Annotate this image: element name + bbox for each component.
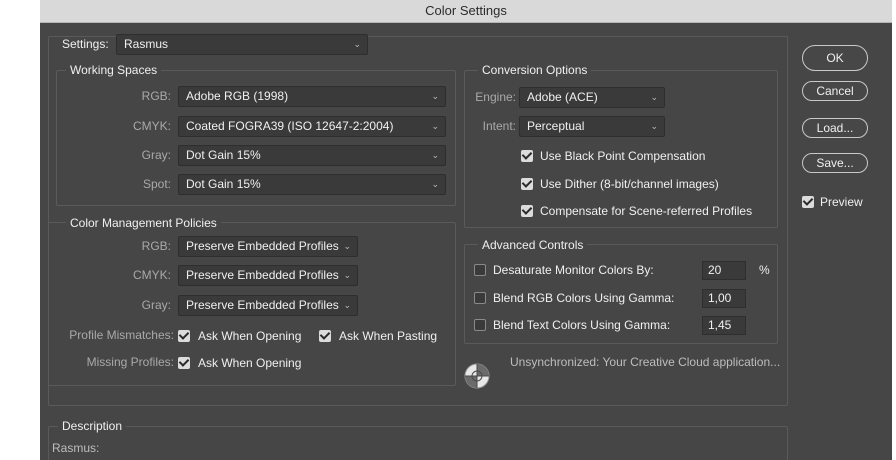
cancel-button[interactable]: Cancel: [802, 81, 868, 101]
preview-checkbox[interactable]: [802, 196, 814, 208]
desaturate-checkbox[interactable]: [474, 264, 486, 276]
rgb-policy-dropdown[interactable]: Preserve Embedded Profiles ⌄: [178, 236, 358, 257]
policies-legend: Color Management Policies: [66, 216, 221, 230]
conversion-options-legend: Conversion Options: [478, 63, 592, 77]
cmyk-working-space-dropdown[interactable]: Coated FOGRA39 (ISO 12647-2:2004) ⌄: [178, 116, 446, 137]
description-text: Rasmus:: [52, 441, 100, 455]
cmyk-policy-value: Preserve Embedded Profiles: [186, 268, 339, 282]
chevron-down-icon: ⌄: [431, 121, 439, 131]
load-button[interactable]: Load...: [802, 118, 868, 138]
policy-rgb-label: RGB:: [141, 239, 171, 253]
description-panel: [48, 426, 788, 460]
gray-working-space-dropdown[interactable]: Dot Gain 15% ⌄: [178, 145, 446, 166]
use-dither-label: Use Dither (8-bit/channel images): [540, 177, 719, 191]
blend-text-input[interactable]: 1,45: [702, 316, 746, 335]
chevron-down-icon: ⌄: [650, 121, 658, 131]
description-legend: Description: [58, 419, 127, 433]
use-dither-checkbox[interactable]: [521, 178, 533, 190]
color-settings-dialog: Color Settings Settings: Rasmus ⌄ Workin…: [40, 0, 892, 460]
working-spaces-legend: Working Spaces: [66, 63, 162, 77]
spot-label: Spot:: [142, 177, 171, 191]
scene-referred-label: Compensate for Scene-referred Profiles: [540, 204, 753, 218]
ok-button[interactable]: OK: [802, 45, 868, 71]
blend-rgb-checkbox[interactable]: [474, 292, 486, 304]
rgb-label: RGB:: [141, 89, 171, 103]
desaturate-unit: %: [759, 263, 770, 277]
chevron-down-icon: ⌄: [431, 91, 439, 101]
chevron-down-icon: ⌄: [650, 92, 658, 102]
ask-when-pasting-checkbox[interactable]: [319, 330, 331, 342]
black-point-compensation-checkbox[interactable]: [521, 150, 533, 162]
gray-working-space-value: Dot Gain 15%: [186, 148, 261, 162]
missing-ask-when-opening-checkbox[interactable]: [178, 357, 190, 369]
ask-when-opening-checkbox[interactable]: [178, 330, 190, 342]
blend-rgb-input[interactable]: 1,00: [702, 289, 746, 308]
window-title: Color Settings: [40, 0, 892, 23]
engine-label: Engine:: [475, 90, 516, 104]
black-point-compensation-label: Use Black Point Compensation: [540, 149, 706, 163]
ask-when-pasting-label: Ask When Pasting: [339, 329, 438, 343]
cmyk-policy-dropdown[interactable]: Preserve Embedded Profiles ⌄: [178, 265, 358, 286]
gray-policy-dropdown[interactable]: Preserve Embedded Profiles ⌄: [178, 295, 358, 316]
chevron-down-icon: ⌄: [431, 150, 439, 160]
engine-value: Adobe (ACE): [527, 90, 598, 104]
rgb-working-space-dropdown[interactable]: Adobe RGB (1998) ⌄: [178, 86, 446, 107]
preview-label: Preview: [820, 195, 863, 209]
chevron-down-icon: ⌄: [431, 179, 439, 189]
spot-working-space-value: Dot Gain 15%: [186, 177, 261, 191]
blend-text-label: Blend Text Colors Using Gamma:: [493, 318, 671, 332]
chevron-down-icon: ⌄: [343, 270, 351, 280]
gray-label: Gray:: [141, 148, 171, 162]
blend-rgb-label: Blend RGB Colors Using Gamma:: [493, 291, 675, 305]
profile-mismatches-label: Profile Mismatches:: [69, 328, 174, 342]
cmyk-working-space-value: Coated FOGRA39 (ISO 12647-2:2004): [186, 119, 394, 133]
settings-dropdown[interactable]: Rasmus ⌄: [116, 34, 368, 55]
policy-gray-label: Gray:: [141, 298, 171, 312]
policy-cmyk-label: CMYK:: [132, 268, 171, 282]
spot-working-space-dropdown[interactable]: Dot Gain 15% ⌄: [178, 174, 446, 195]
chevron-down-icon: ⌄: [353, 39, 361, 49]
sync-status-icon: [463, 362, 491, 390]
intent-value: Perceptual: [527, 119, 585, 133]
chevron-down-icon: ⌄: [343, 241, 351, 251]
gray-policy-value: Preserve Embedded Profiles: [186, 298, 339, 312]
sync-status-text: Unsynchronized: Your Creative Cloud appl…: [510, 355, 781, 369]
advanced-controls-legend: Advanced Controls: [478, 238, 588, 252]
save-button[interactable]: Save...: [802, 153, 868, 173]
intent-dropdown[interactable]: Perceptual ⌄: [519, 116, 665, 137]
missing-profiles-label: Missing Profiles:: [86, 355, 174, 369]
intent-label: Intent:: [482, 119, 516, 133]
settings-label: Settings:: [58, 37, 113, 51]
cmyk-label: CMYK:: [132, 119, 171, 133]
scene-referred-checkbox[interactable]: [521, 205, 533, 217]
rgb-working-space-value: Adobe RGB (1998): [186, 89, 289, 103]
engine-dropdown[interactable]: Adobe (ACE) ⌄: [519, 87, 665, 108]
chevron-down-icon: ⌄: [343, 300, 351, 310]
rgb-policy-value: Preserve Embedded Profiles: [186, 239, 339, 253]
ask-when-opening-label: Ask When Opening: [198, 329, 302, 343]
desaturate-label: Desaturate Monitor Colors By:: [493, 263, 654, 277]
blend-text-checkbox[interactable]: [474, 319, 486, 331]
settings-value: Rasmus: [124, 37, 169, 51]
desaturate-input[interactable]: 20: [702, 261, 746, 280]
missing-ask-when-opening-label: Ask When Opening: [198, 356, 302, 370]
